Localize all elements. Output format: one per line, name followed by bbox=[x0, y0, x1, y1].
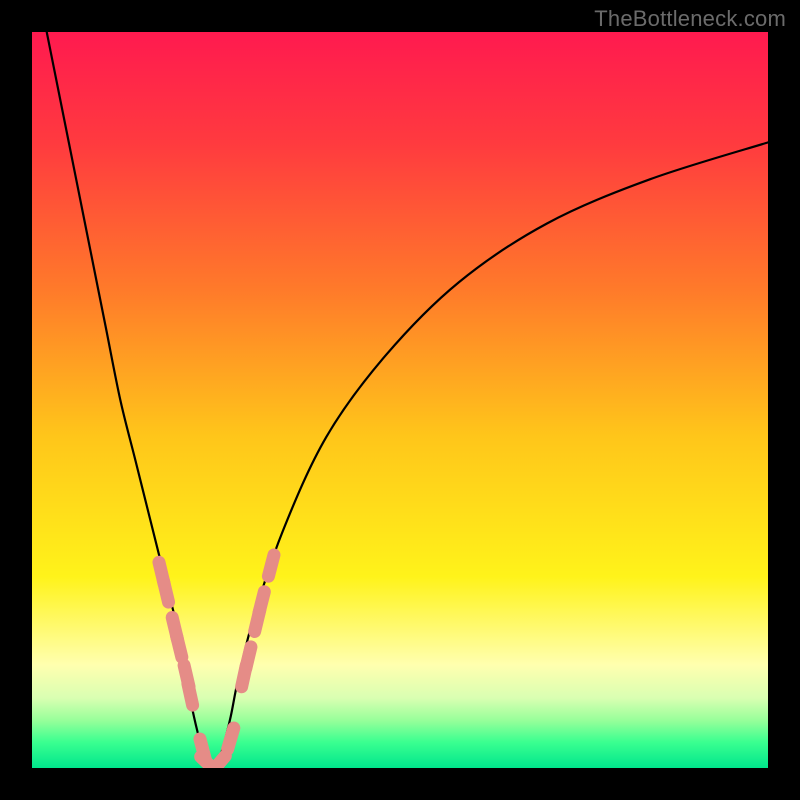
bead-marker bbox=[246, 647, 251, 668]
bead-marker bbox=[211, 756, 225, 768]
plot-area bbox=[32, 32, 768, 768]
bead-marker bbox=[268, 555, 274, 576]
chart-frame: TheBottleneck.com bbox=[0, 0, 800, 800]
bead-marker bbox=[163, 581, 168, 602]
data-point-beads bbox=[159, 555, 274, 768]
bead-marker bbox=[228, 728, 234, 749]
watermark-text: TheBottleneck.com bbox=[594, 6, 786, 32]
bead-marker bbox=[188, 684, 193, 705]
bead-marker bbox=[259, 592, 264, 613]
bead-marker bbox=[177, 636, 182, 657]
curve-layer bbox=[32, 32, 768, 768]
bottleneck-curve bbox=[32, 32, 768, 768]
